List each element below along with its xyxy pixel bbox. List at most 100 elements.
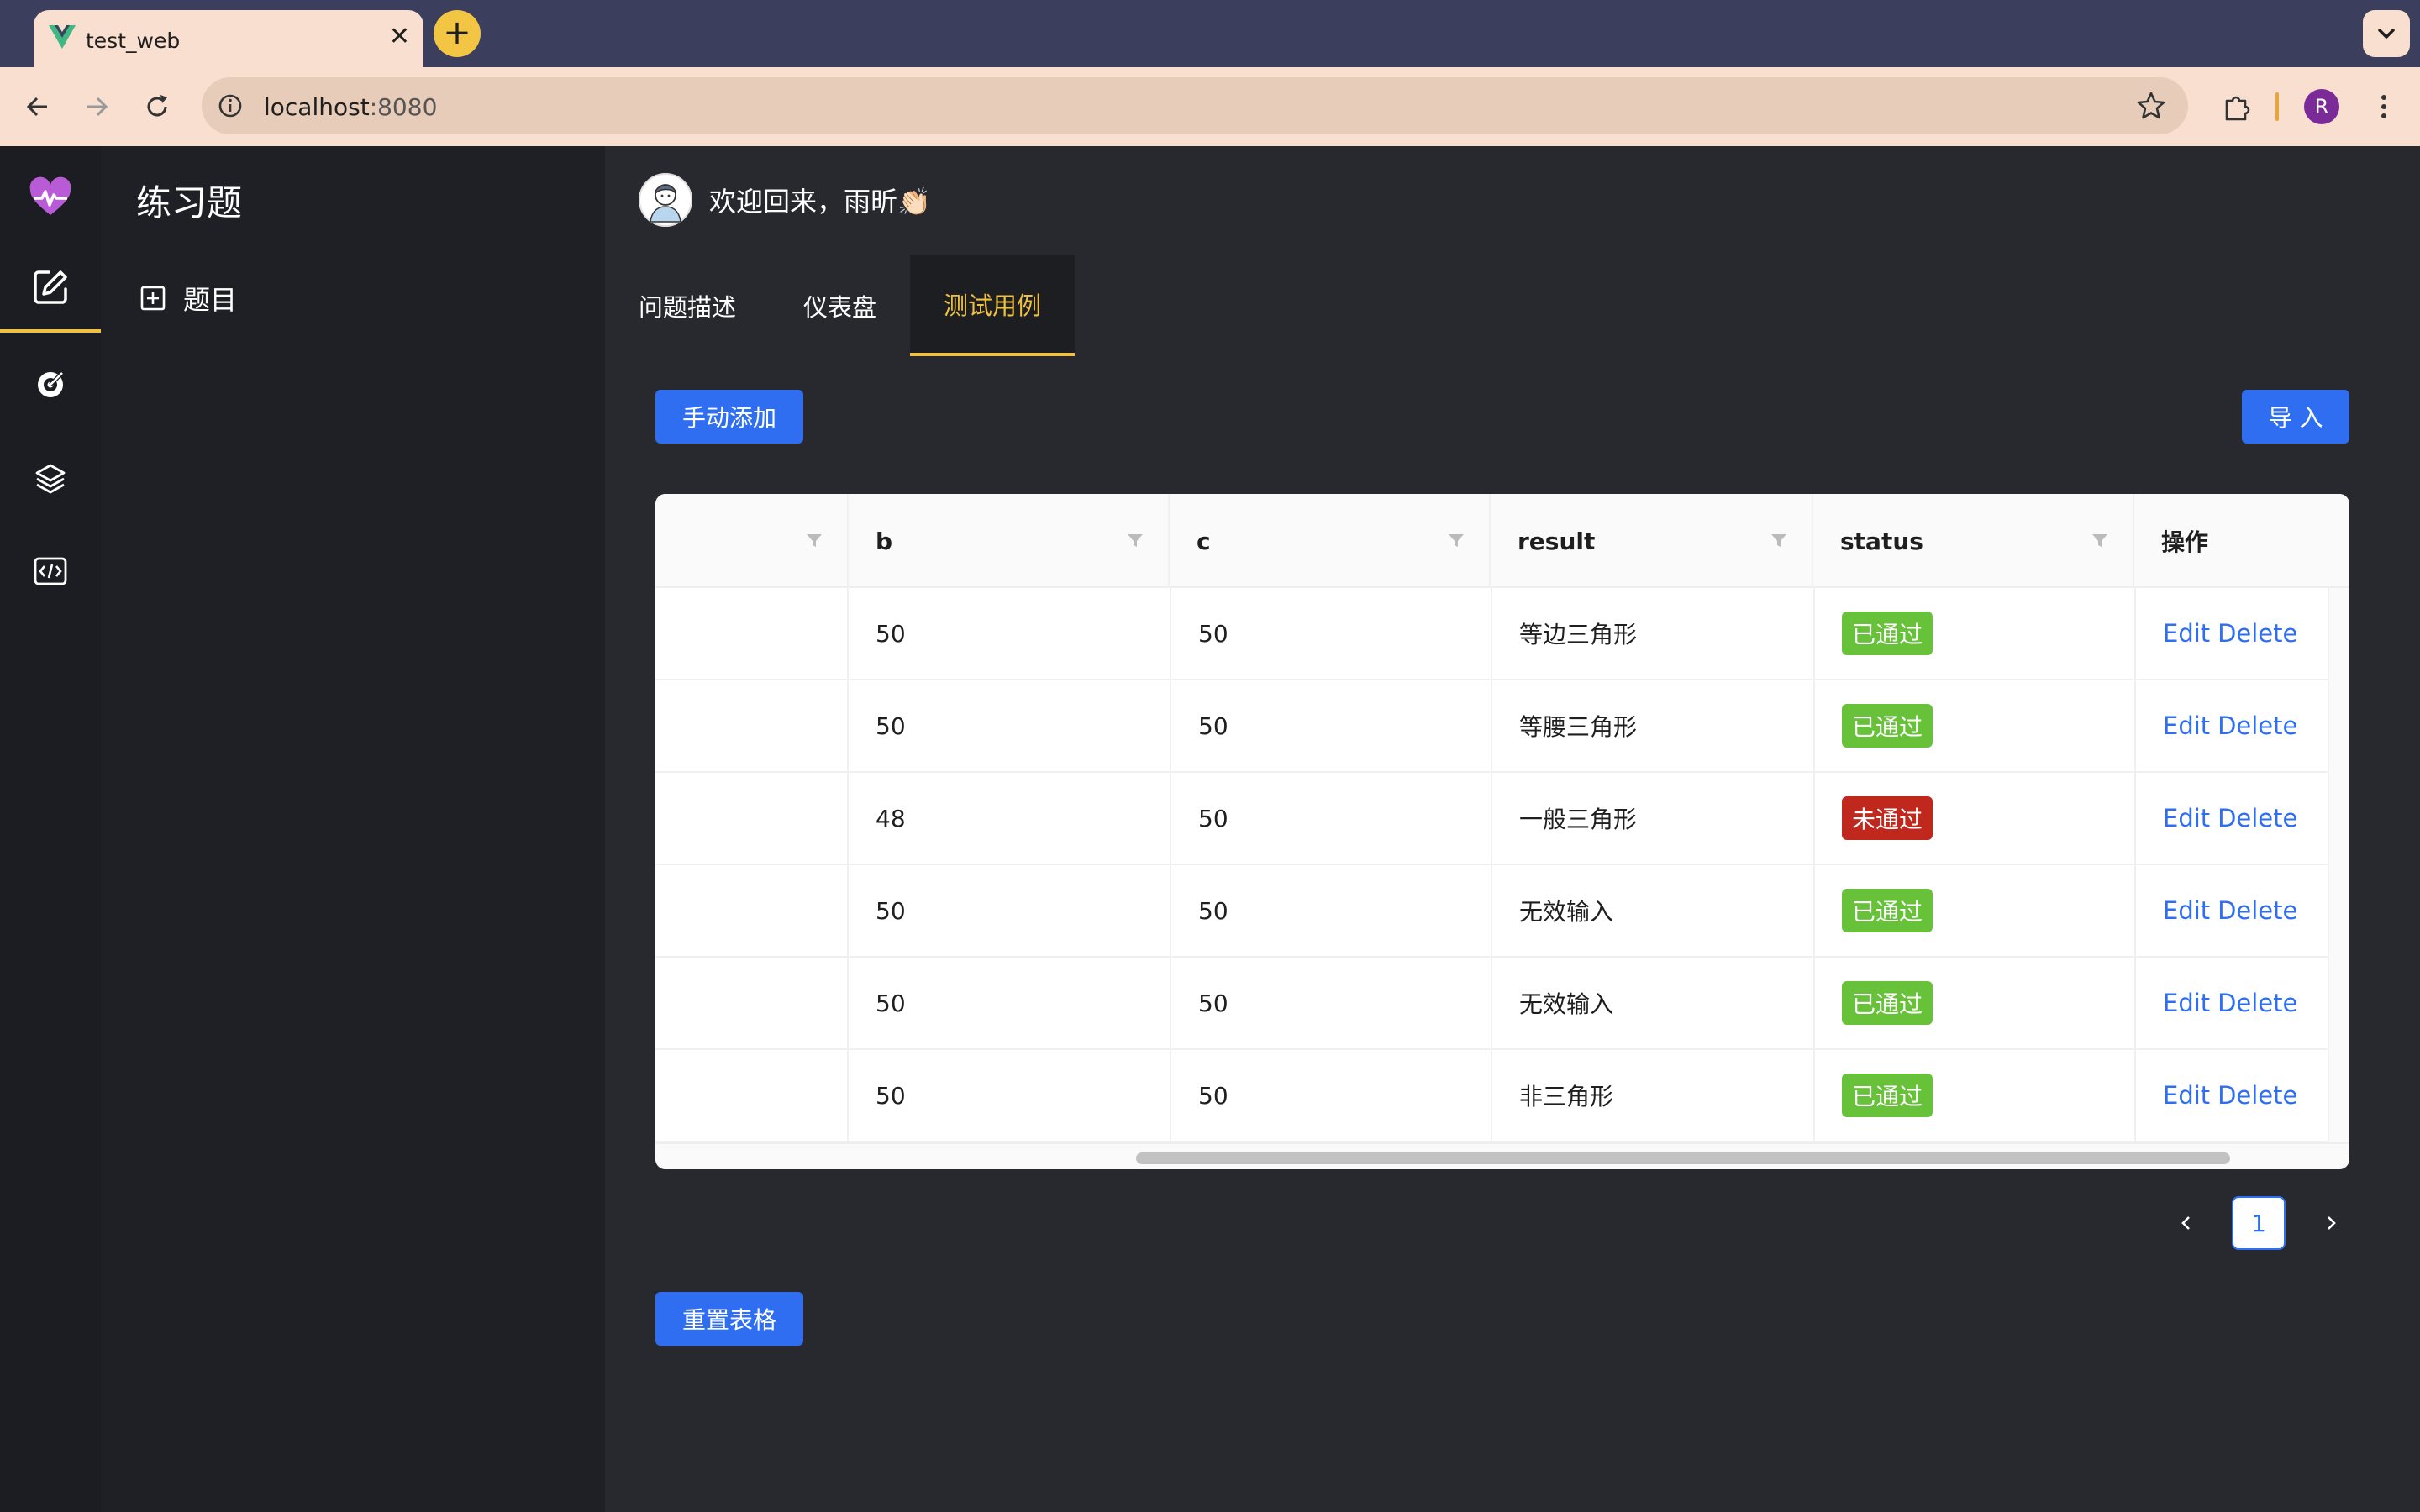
chevron-right-icon [2328,1216,2336,1230]
cell-actions: Edit Delete [2134,865,2328,956]
horizontal-scrollbar[interactable] [655,1142,2349,1169]
cell-b: 50 [847,958,1170,1048]
more-vert-icon[interactable] [2363,86,2405,128]
add-manually-button[interactable]: 手动添加 [655,390,803,444]
import-button[interactable]: 导 入 [2242,390,2349,444]
app-root: 练习题 题目 欢迎回来，雨昕👏🏻 问题描述 仪表盘 测试用例 手动添加 导 入 … [0,146,2420,1512]
edit-link[interactable]: Edit [2163,804,2210,832]
rail-logo[interactable] [0,155,101,242]
table-row: 50 50 等腰三角形 已通过 Edit Delete [655,680,2328,773]
column-header-label: b [876,527,893,555]
rail-code[interactable] [0,528,101,615]
avatar[interactable] [639,173,692,227]
cell-a [655,1050,847,1141]
address-bar[interactable]: localhost:8080 [202,77,2188,134]
tab-search-button[interactable] [2363,10,2410,57]
filter-icon[interactable] [1126,531,1144,549]
cell-actions: Edit Delete [2134,773,2328,864]
url-port: :8080 [369,93,438,121]
reload-icon[interactable] [136,86,178,128]
reset-table-button[interactable]: 重置表格 [655,1292,803,1346]
prev-page-button[interactable] [2165,1201,2208,1245]
sidebar-item-problems[interactable]: 题目 [139,279,237,318]
profile-avatar[interactable]: R [2304,89,2339,124]
column-header-label: status [1840,527,1923,555]
filter-icon[interactable] [2091,531,2109,549]
status-badge: 未通过 [1842,796,1933,840]
plus-square-icon [140,286,166,311]
column-header-label: result [1518,527,1596,555]
back-arrow-icon[interactable] [17,86,59,128]
table-right-edge [2328,588,2349,1142]
column-header-actions: 操作 [2134,494,2349,588]
scrollbar-thumb[interactable] [1136,1152,2230,1164]
info-icon[interactable] [212,87,249,124]
rail-layers[interactable] [0,435,101,522]
delete-link[interactable]: Delete [2217,804,2297,832]
filter-icon[interactable] [1447,531,1465,549]
delete-link[interactable]: Delete [2217,619,2297,648]
status-badge: 已通过 [1842,1074,1933,1117]
tab-problem-description[interactable]: 问题描述 [639,255,770,356]
icon-rail [0,146,101,1512]
edit-link[interactable]: Edit [2163,1081,2210,1110]
delete-link[interactable]: Delete [2217,711,2297,740]
close-tab-icon[interactable]: ✕ [389,22,410,52]
forward-arrow-icon[interactable] [76,86,118,128]
welcome-header: 欢迎回来，雨昕👏🏻 [639,173,931,227]
table-row: 50 50 非三角形 已通过 Edit Delete [655,1050,2328,1142]
cell-status: 已通过 [1813,588,2134,679]
column-header-status: status [1813,494,2133,588]
cell-actions: Edit Delete [2134,1050,2328,1141]
cell-status: 已通过 [1813,680,2134,771]
tab-title: test_web [86,29,181,53]
table-row: 50 50 无效输入 已通过 Edit Delete [655,865,2328,958]
rail-target[interactable] [0,341,101,428]
delete-link[interactable]: Delete [2217,989,2297,1017]
cell-b: 50 [847,1050,1170,1141]
delete-link[interactable]: Delete [2217,896,2297,925]
cell-b: 50 [847,680,1170,771]
test-case-table: b c result status 操作 50 50 等边三角形 已通过 Edi… [655,494,2349,1169]
table-body: 50 50 等边三角形 已通过 Edit Delete 50 50 等腰三角形 … [655,588,2328,1142]
cell-a [655,680,847,771]
browser-tab[interactable]: test_web ✕ [34,10,424,67]
target-icon [38,371,64,397]
new-tab-button[interactable]: + [434,10,481,57]
status-badge: 已通过 [1842,889,1933,932]
cell-status: 已通过 [1813,958,2134,1048]
column-header-b: b [849,494,1168,588]
edit-link[interactable]: Edit [2163,989,2210,1017]
filter-icon[interactable] [805,531,823,549]
extensions-puzzle-icon[interactable] [2215,86,2257,128]
cell-result: 一般三角形 [1491,773,1813,864]
delete-link[interactable]: Delete [2217,1081,2297,1110]
layers-icon [35,464,66,494]
cell-actions: Edit Delete [2134,588,2328,679]
page-number-current[interactable]: 1 [2232,1196,2286,1250]
cell-status: 已通过 [1813,1050,2134,1141]
cell-a [655,865,847,956]
filter-icon[interactable] [1770,531,1788,549]
cell-a [655,773,847,864]
edit-link[interactable]: Edit [2163,711,2210,740]
next-page-button[interactable] [2309,1201,2353,1245]
welcome-text: 欢迎回来，雨昕👏🏻 [709,186,931,218]
status-badge: 已通过 [1842,612,1933,655]
status-badge: 已通过 [1842,981,1933,1025]
tab-dashboard[interactable]: 仪表盘 [770,255,910,356]
browser-tabstrip: test_web ✕ + [0,0,2420,67]
cell-actions: Edit Delete [2134,958,2328,1048]
edit-link[interactable]: Edit [2163,896,2210,925]
tab-test-cases[interactable]: 测试用例 [910,255,1076,356]
column-header-a [655,494,847,588]
bookmark-star-icon[interactable] [2134,89,2168,123]
cell-actions: Edit Delete [2134,680,2328,771]
cell-b: 48 [847,773,1170,864]
column-header-label: c [1197,527,1211,555]
edit-link[interactable]: Edit [2163,619,2210,648]
side-panel: 练习题 题目 [101,146,605,1512]
rail-edit[interactable] [0,245,101,333]
cell-c: 50 [1170,865,1491,956]
side-panel-title: 练习题 [136,182,243,223]
